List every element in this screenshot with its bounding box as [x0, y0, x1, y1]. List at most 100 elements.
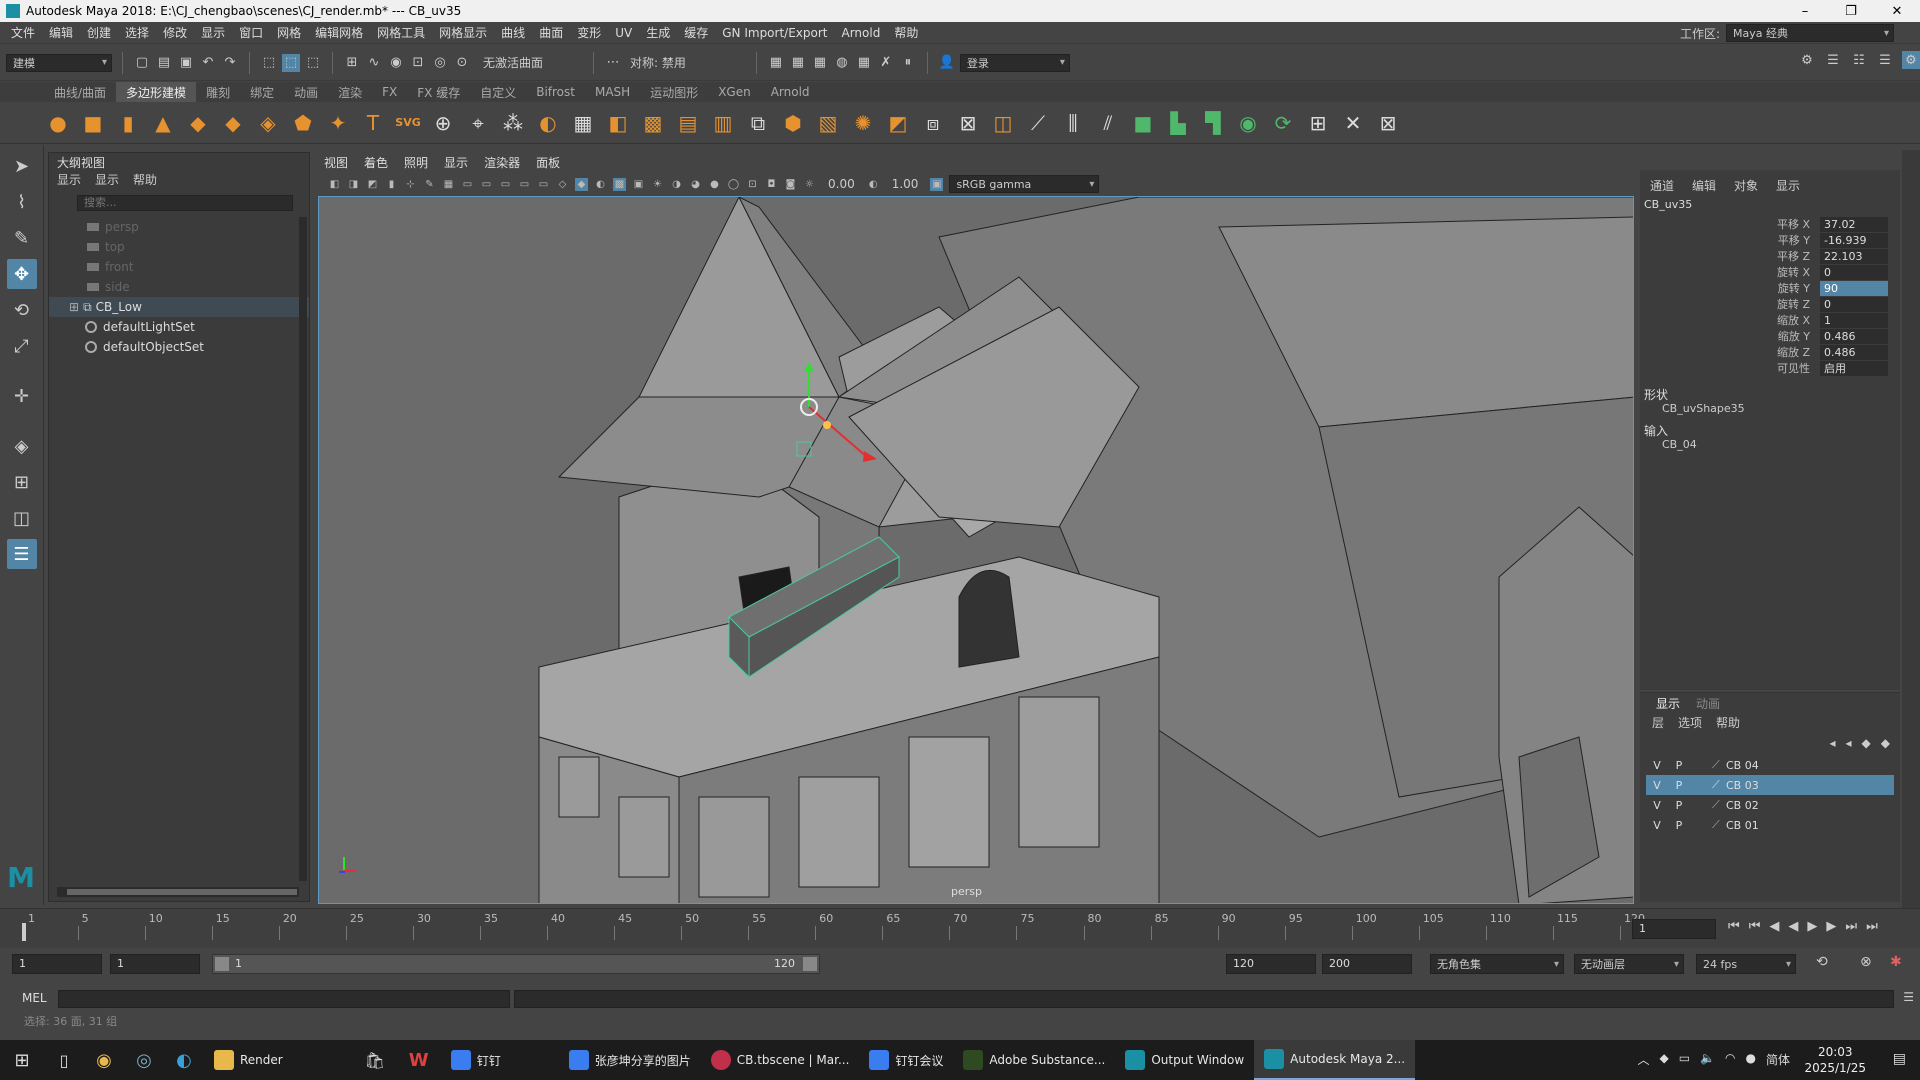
uv-planar-icon[interactable]: ■ [1129, 109, 1157, 137]
outliner-menu-show[interactable]: 显示 [95, 171, 119, 189]
menu-cache[interactable]: 缓存 [677, 24, 715, 41]
viewport-menu-panels[interactable]: 面板 [536, 154, 560, 171]
uv-spherical-icon[interactable]: ▜ [1199, 109, 1227, 137]
animation-start-field[interactable]: 1 [12, 954, 102, 974]
uv-coords-icon[interactable]: ⁂ [499, 109, 527, 137]
channel-menu-edit[interactable]: 编辑 [1692, 177, 1716, 194]
move-layer-up-icon[interactable]: ◂ [1829, 736, 1835, 750]
wps-icon[interactable]: W [397, 1050, 441, 1071]
outliner-menu-help[interactable]: 帮助 [133, 171, 157, 189]
tray-mic-icon[interactable]: ● [1746, 1051, 1756, 1068]
current-frame-marker[interactable] [22, 923, 26, 941]
layer-playback-toggle[interactable]: P [1668, 819, 1690, 832]
poly-plane-icon[interactable]: ◆ [219, 109, 247, 137]
layer-visibility-toggle[interactable]: V [1646, 779, 1668, 792]
windows-start-icon[interactable]: ⊞ [0, 1050, 44, 1071]
image-plane-icon[interactable]: ▮ [385, 178, 398, 191]
notification-icon[interactable]: ▤ [1893, 1051, 1906, 1067]
menu-create[interactable]: 创建 [80, 24, 118, 41]
select-component-icon[interactable]: ⬚ [304, 54, 322, 72]
menu-curves[interactable]: 曲线 [494, 24, 532, 41]
attr-rotate-x[interactable]: 旋转 X 0 [1640, 264, 1900, 280]
open-scene-icon[interactable]: ▤ [155, 54, 173, 72]
modeling-toolkit-icon[interactable]: ⚙ [1798, 51, 1816, 69]
attr-value[interactable]: 0.486 [1820, 328, 1888, 344]
safe-action-icon[interactable]: ▭ [537, 178, 550, 191]
play-backward-icon[interactable]: ◀ [1788, 919, 1798, 934]
exposure-value[interactable]: 0.00 [828, 177, 855, 191]
layer-row-cb-04[interactable]: V P ⟋ CB 04 [1646, 755, 1894, 775]
tab-rendering[interactable]: 渲染 [328, 82, 372, 102]
tab-arnold[interactable]: Arnold [761, 82, 820, 102]
taskbar-app-marmoset[interactable]: CB.tbscene | Mar... [701, 1040, 860, 1080]
layer-tab-display[interactable]: 显示 [1656, 695, 1680, 712]
loop-icon[interactable]: ⟲ [1816, 954, 1828, 970]
attr-scale-y[interactable]: 缩放 Y 0.486 [1640, 328, 1900, 344]
tray-network-icon[interactable]: ▭ [1679, 1051, 1690, 1068]
extrude-icon[interactable]: ▤ [674, 109, 702, 137]
triangulate-icon[interactable]: ◩ [884, 109, 912, 137]
viewport-menu-renderer[interactable]: 渲染器 [484, 154, 520, 171]
layer-row-cb-03[interactable]: V P ⟋ CB 03 [1646, 775, 1894, 795]
mel-label[interactable]: MEL [22, 991, 47, 1005]
tab-xgen[interactable]: XGen [708, 82, 761, 102]
live-surface-label[interactable]: 无激活曲面 [483, 54, 543, 71]
outliner-item-cb-low[interactable]: ⊞ ⧉ CB_Low [49, 297, 309, 317]
ipr-render-icon[interactable]: ▦ [789, 54, 807, 72]
outliner-persp-layout-icon[interactable]: ☰ [6, 539, 37, 569]
outliner-vscrollbar[interactable] [299, 217, 307, 881]
color-management-icon[interactable]: ▣ [930, 177, 944, 191]
tab-poly-modeling[interactable]: 多边形建模 [116, 82, 197, 102]
viewport-menu-shading[interactable]: 着色 [364, 154, 388, 171]
taskbar-app-dingtalk[interactable]: 钉钉 [441, 1040, 511, 1080]
single-perspective-layout-icon[interactable]: ◈ [7, 431, 37, 461]
menu-uv[interactable]: UV [608, 26, 639, 40]
menu-help[interactable]: 帮助 [887, 24, 925, 41]
wireframe-icon[interactable]: ◇ [556, 178, 569, 191]
go-to-start-icon[interactable]: ⏮ [1728, 919, 1740, 934]
channel-menu-object[interactable]: 对象 [1734, 177, 1758, 194]
combine-icon[interactable]: ◐ [534, 109, 562, 137]
poly-sphere-icon[interactable]: ● [44, 109, 72, 137]
taskbar-app-dingtalk-meeting[interactable]: 钉钉会议 [859, 1040, 953, 1080]
symmetry-label[interactable]: 对称: 禁用 [630, 54, 686, 71]
hypershade-icon[interactable]: ◍ [833, 54, 851, 72]
range-bar-start-handle[interactable] [215, 957, 229, 971]
uv-unfold-icon[interactable]: ⊠ [1374, 109, 1402, 137]
uv-editor-icon[interactable]: ⟳ [1269, 109, 1297, 137]
rotate-tool-icon[interactable]: ⟲ [7, 295, 37, 325]
attr-value[interactable]: 22.103 [1820, 248, 1888, 264]
select-tool-icon[interactable]: ➤ [7, 151, 37, 181]
move-tool-icon[interactable]: ✥ [6, 259, 37, 289]
attribute-editor-icon[interactable]: ☰ [1824, 51, 1842, 69]
platonic-solid-icon[interactable]: ⬟ [289, 109, 317, 137]
layer-row-cb-01[interactable]: V P ⟋ CB 01 [1646, 815, 1894, 835]
poly-text-icon[interactable]: T [359, 109, 387, 137]
anim-prefs-icon[interactable]: ✱ [1890, 954, 1902, 970]
layer-menu-help[interactable]: 帮助 [1716, 714, 1740, 731]
separate-icon[interactable]: ▦ [569, 109, 597, 137]
menu-file[interactable]: 文件 [4, 24, 42, 41]
arnold-render-icon[interactable]: ✗ [877, 54, 895, 72]
new-scene-icon[interactable]: ▢ [133, 54, 151, 72]
taskbar-app-substance[interactable]: Adobe Substance... [953, 1040, 1115, 1080]
restore-button[interactable]: ❐ [1828, 0, 1874, 22]
attr-scale-x[interactable]: 缩放 X 1 [1640, 312, 1900, 328]
render-frame-icon[interactable]: ▦ [767, 54, 785, 72]
step-forward-frame-icon[interactable]: ▶︎ [1826, 919, 1836, 934]
tab-motion-graphics[interactable]: 运动图形 [640, 82, 708, 102]
snap-curve-icon[interactable]: ∿ [365, 54, 383, 72]
multi-cut-icon[interactable]: ⌖ [464, 109, 492, 137]
poly-cube-icon[interactable]: ■ [79, 109, 107, 137]
tab-fx-caching[interactable]: FX 缓存 [407, 82, 470, 102]
camera-attributes-icon[interactable]: ◨ [347, 178, 360, 191]
current-frame-field[interactable]: 1 [1632, 919, 1716, 939]
uv-cylindrical-icon[interactable]: ▙ [1164, 109, 1192, 137]
boolean-icon[interactable]: ◧ [604, 109, 632, 137]
reduce-icon[interactable]: ▧ [814, 109, 842, 137]
range-bar-end-handle[interactable] [803, 957, 817, 971]
layer-menu-options[interactable]: 选项 [1678, 714, 1702, 731]
attr-value[interactable]: 0 [1820, 264, 1888, 280]
attr-value[interactable]: 0.486 [1820, 344, 1888, 360]
lasso-tool-icon[interactable]: ⌇ [7, 187, 37, 217]
